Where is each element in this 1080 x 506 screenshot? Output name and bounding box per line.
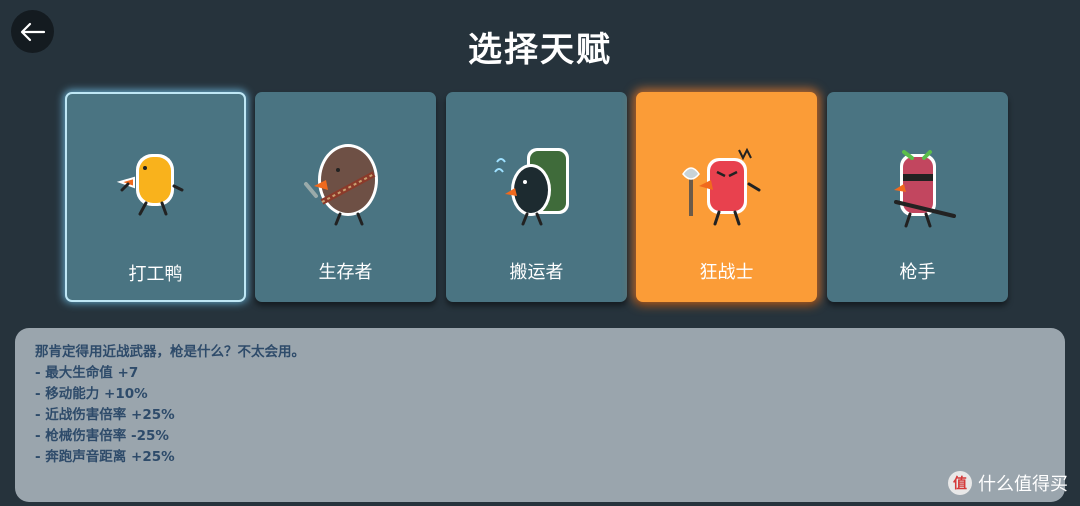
- page-title: 选择天赋: [468, 30, 612, 70]
- watermark-badge: 值: [948, 471, 972, 495]
- talent-description-list: 那肯定得用近战武器，枪是什么？不太会用。 - 最大生命值 +7 - 移动能力 +…: [35, 342, 305, 468]
- talent-card-berserker[interactable]: 狂战士: [636, 92, 817, 302]
- stat-line: - 近战伤害倍率 +25%: [35, 407, 175, 423]
- porter-duck-icon: [493, 148, 569, 226]
- talent-card-survivor[interactable]: 生存者: [255, 92, 436, 302]
- watermark: 值 什么值得买: [948, 470, 1068, 496]
- talent-card-porter[interactable]: 搬运者: [446, 92, 627, 302]
- talent-label: 打工鸭: [128, 264, 183, 285]
- gunner-duck-icon: [893, 150, 956, 228]
- talent-card-gunner[interactable]: 枪手: [827, 92, 1008, 302]
- stat-line: - 移动能力 +10%: [35, 386, 148, 402]
- watermark-text: 什么值得买: [978, 474, 1068, 495]
- worker-duck-icon: [116, 154, 183, 216]
- talent-label: 搬运者: [509, 262, 564, 283]
- talent-label: 生存者: [318, 262, 373, 283]
- stat-line: - 奔跑声音距离 +25%: [35, 449, 175, 465]
- talent-label: 狂战士: [699, 262, 754, 283]
- description-intro: 那肯定得用近战武器，枪是什么？不太会用。: [35, 344, 305, 360]
- stat-line: - 最大生命值 +7: [35, 365, 139, 381]
- talent-label: 枪手: [899, 262, 936, 283]
- talent-card-worker-duck[interactable]: 打工鸭: [65, 92, 246, 302]
- stat-line: - 枪械伤害倍率 -25%: [35, 428, 169, 444]
- survivor-duck-icon: [303, 144, 378, 226]
- talent-description-panel: 那肯定得用近战武器，枪是什么？不太会用。 - 最大生命值 +7 - 移动能力 +…: [15, 328, 1065, 502]
- berserker-duck-icon: [681, 147, 760, 226]
